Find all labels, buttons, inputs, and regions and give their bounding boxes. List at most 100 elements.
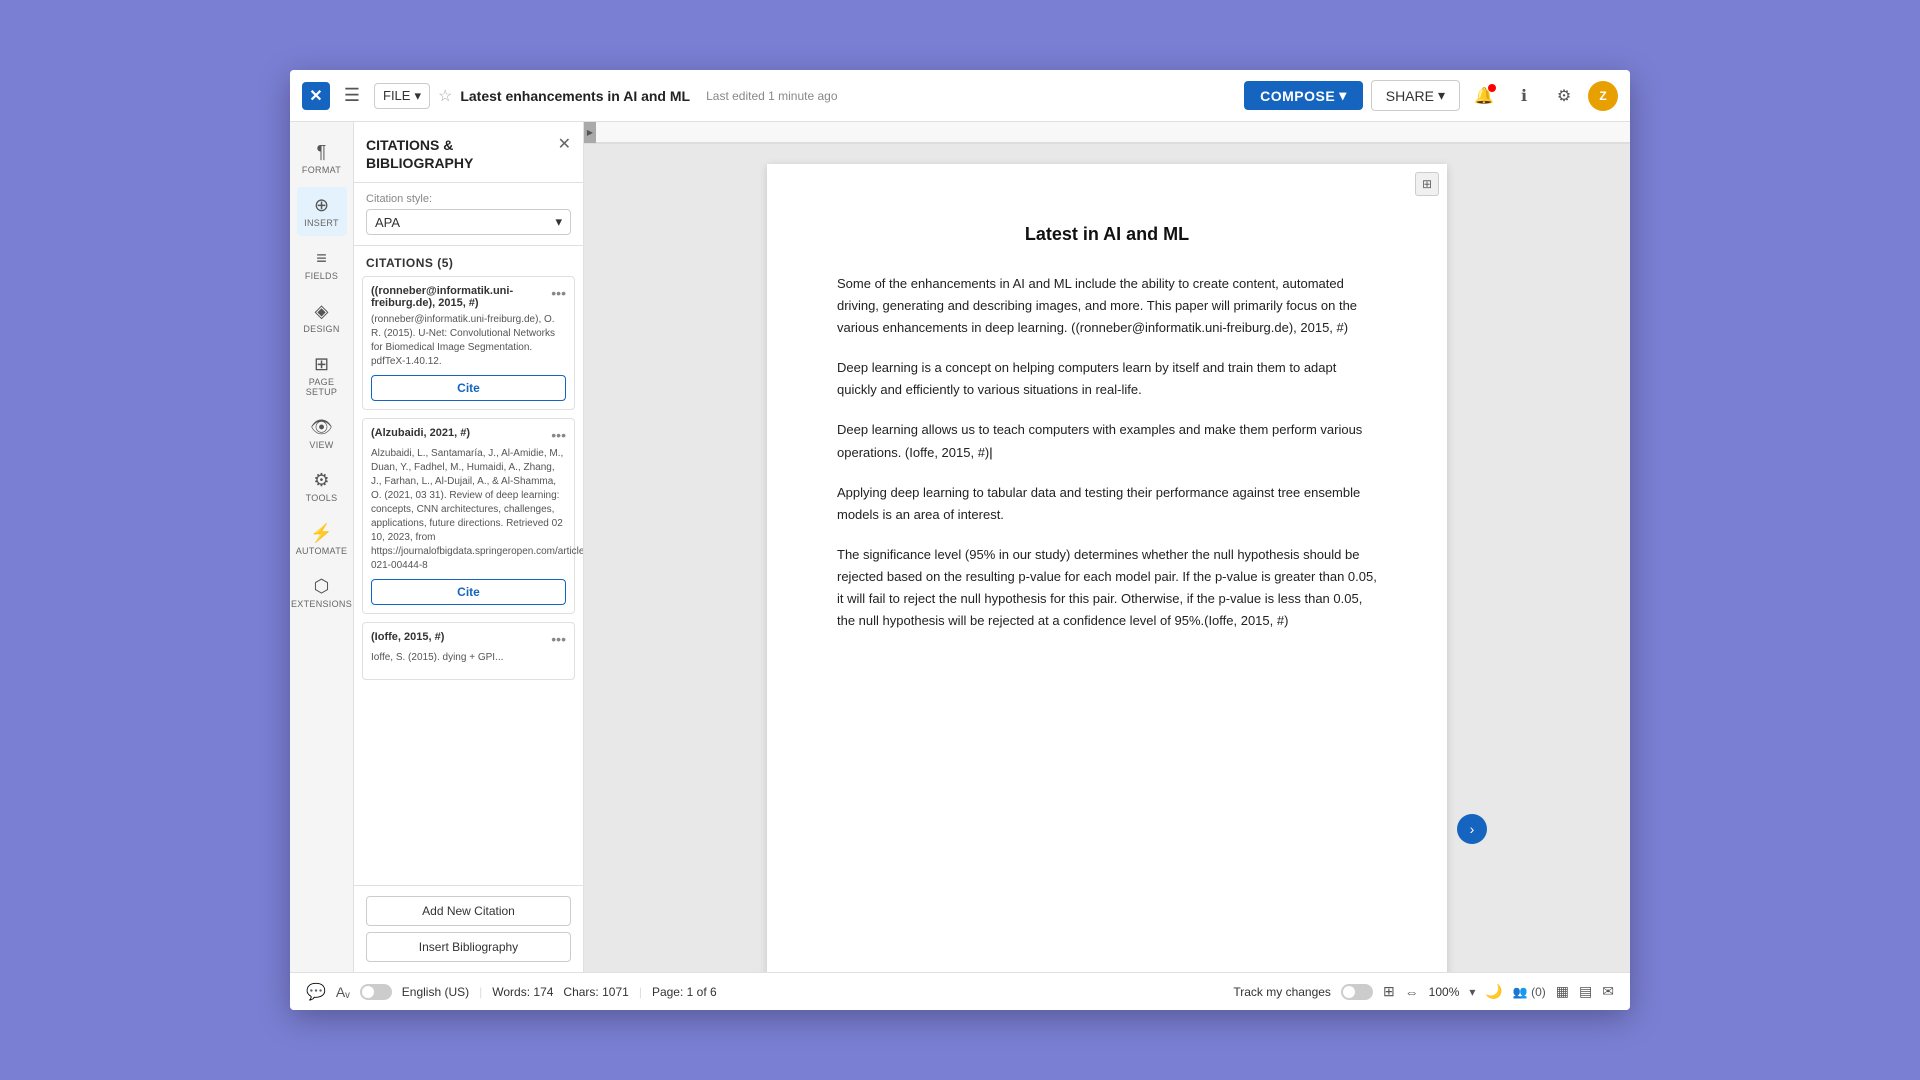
view-label: VIEW <box>309 440 333 450</box>
collaborators-icon[interactable]: 👥 (0) <box>1513 985 1546 999</box>
document-title: Latest enhancements in AI and ML <box>460 88 690 104</box>
citation-item-header: (Alzubaidi, 2021, #) ••• <box>371 427 566 443</box>
document-area: ▶ ⊞ Latest in AI and ML Some of the enha… <box>584 122 1630 972</box>
citation-item-header: ((ronneber@informatik.uni-freiburg.de), … <box>371 285 566 309</box>
citation-id: (Alzubaidi, 2021, #) <box>371 427 551 439</box>
last-edited-label: Last edited 1 minute ago <box>706 89 837 103</box>
citation-style-select[interactable]: APA ▾ <box>366 209 571 235</box>
sidebar-item-tools[interactable]: ⚙ TOOLS <box>297 462 347 511</box>
panel-header: CITATIONS &BIBLIOGRAPHY ✕ <box>354 122 583 183</box>
fields-label: FIELDS <box>305 271 338 281</box>
insert-label: INSERT <box>304 218 339 228</box>
chevron-down-icon: ▾ <box>1339 87 1347 104</box>
sidebar-item-automate[interactable]: ⚡ AUTOMATE <box>297 515 347 564</box>
panel-title: CITATIONS &BIBLIOGRAPHY <box>366 136 473 172</box>
cite-button[interactable]: Cite <box>371 375 566 401</box>
track-changes-label: Track my changes <box>1233 985 1331 999</box>
extensions-label: EXTENSIONS <box>291 599 352 609</box>
dark-mode-icon[interactable]: 🌙 <box>1485 983 1502 1000</box>
citation-menu-button[interactable]: ••• <box>551 285 566 301</box>
settings-button[interactable]: ⚙ <box>1548 80 1580 112</box>
close-button[interactable]: ✕ <box>302 82 330 110</box>
sidebar-item-extensions[interactable]: ⬡ EXTENSIONS <box>297 568 347 617</box>
info-button[interactable]: ℹ <box>1508 80 1540 112</box>
citation-id: (Ioffe, 2015, #) <box>371 631 551 643</box>
citations-list: ((ronneber@informatik.uni-freiburg.de), … <box>354 276 583 885</box>
document-heading: Latest in AI and ML <box>837 224 1377 245</box>
sidebar-item-insert[interactable]: ⊕ INSERT <box>297 187 347 236</box>
sidebar-item-design[interactable]: ◈ DESIGN <box>297 293 347 342</box>
statusbar: 💬 Aᵥ English (US) | Words: 174 Chars: 10… <box>290 972 1630 1010</box>
scroll-to-top-button[interactable]: › <box>1457 814 1487 844</box>
share-button[interactable]: SHARE ▾ <box>1371 80 1460 111</box>
cite-button[interactable]: Cite <box>371 579 566 605</box>
ruler-handle[interactable]: ▶ <box>584 122 596 143</box>
chat-icon[interactable]: 💬 <box>306 982 326 1002</box>
sidebar-item-format[interactable]: ¶ FORMAT <box>297 134 347 183</box>
insert-icon: ⊕ <box>314 195 329 216</box>
document-scroll[interactable]: ⊞ Latest in AI and ML Some of the enhanc… <box>584 144 1630 972</box>
topbar: ✕ ☰ FILE ▾ ☆ Latest enhancements in AI a… <box>290 70 1630 122</box>
spell-check-icon[interactable]: Aᵥ <box>336 984 350 1000</box>
citation-item-header: (Ioffe, 2015, #) ••• <box>371 631 566 647</box>
char-count: Chars: 1071 <box>563 985 628 999</box>
fields-icon: ≡ <box>316 248 327 269</box>
sidebar-icons: ¶ FORMAT ⊕ INSERT ≡ FIELDS ◈ DESIGN ⊞ PA… <box>290 122 354 972</box>
citation-item: (Alzubaidi, 2021, #) ••• Alzubaidi, L., … <box>362 418 575 614</box>
page-corner-button[interactable]: ⊞ <box>1415 172 1439 196</box>
statusbar-left: 💬 Aᵥ English (US) | Words: 174 Chars: 10… <box>306 982 717 1002</box>
toggle-switch[interactable] <box>360 984 392 1000</box>
citation-text: Alzubaidi, L., Santamaría, J., Al-Amidie… <box>371 447 566 573</box>
avatar[interactable]: Z <box>1588 81 1618 111</box>
page-indicator: Page: 1 of 6 <box>652 985 717 999</box>
main-area: ¶ FORMAT ⊕ INSERT ≡ FIELDS ◈ DESIGN ⊞ PA… <box>290 122 1630 972</box>
tools-icon: ⚙ <box>313 470 329 491</box>
compose-button[interactable]: COMPOSE ▾ <box>1244 81 1363 110</box>
layout-icon[interactable]: ⇔ <box>1405 984 1419 1000</box>
citation-menu-button[interactable]: ••• <box>551 631 566 647</box>
paragraph-1: Some of the enhancements in AI and ML in… <box>837 273 1377 339</box>
chevron-down-icon: ▾ <box>555 214 562 230</box>
sidebar-item-page-setup[interactable]: ⊞ PAGE SETUP <box>297 346 347 405</box>
chevron-down-icon: ▾ <box>414 88 421 104</box>
insert-bibliography-button[interactable]: Insert Bibliography <box>366 932 571 962</box>
automate-icon: ⚡ <box>310 523 332 544</box>
add-citation-button[interactable]: Add New Citation <box>366 896 571 926</box>
mail-icon[interactable]: ✉ <box>1602 983 1614 1000</box>
statusbar-right: Track my changes ⊞ ⇔ 100% ▾ 🌙 👥 (0) ▦ ▤ … <box>1233 983 1614 1000</box>
paragraph-4: Applying deep learning to tabular data a… <box>837 482 1377 526</box>
sidebar-item-view[interactable]: 👁 VIEW <box>297 409 347 458</box>
menu-icon[interactable]: ☰ <box>338 82 366 110</box>
panel-close-button[interactable]: ✕ <box>558 134 571 154</box>
word-count: Words: 174 <box>492 985 553 999</box>
format-label: FORMAT <box>302 165 341 175</box>
sidebar-item-fields[interactable]: ≡ FIELDS <box>297 240 347 289</box>
design-label: DESIGN <box>303 324 339 334</box>
citation-id: ((ronneber@informatik.uni-freiburg.de), … <box>371 285 551 309</box>
citations-list-header: CITATIONS (5) <box>354 246 583 276</box>
citation-menu-button[interactable]: ••• <box>551 427 566 443</box>
page-layout-icon[interactable]: ▤ <box>1579 983 1592 1000</box>
ruler-scale <box>596 122 1630 143</box>
file-button[interactable]: FILE ▾ <box>374 83 430 109</box>
page-setup-icon: ⊞ <box>314 354 329 375</box>
zoom-dropdown-icon[interactable]: ▾ <box>1469 985 1475 999</box>
automate-label: AUTOMATE <box>296 546 348 556</box>
track-changes-toggle[interactable] <box>1341 984 1373 1000</box>
star-icon[interactable]: ☆ <box>438 86 452 106</box>
ruler: ▶ <box>584 122 1630 144</box>
notification-dot <box>1488 84 1496 92</box>
notification-button[interactable]: 🔔 <box>1468 80 1500 112</box>
format-icon: ¶ <box>317 142 327 163</box>
panel-footer: Add New Citation Insert Bibliography <box>354 885 583 972</box>
track-knob <box>1343 986 1355 998</box>
grid-icon[interactable]: ▦ <box>1556 983 1569 1000</box>
view-icon: 👁 <box>310 417 333 438</box>
zoom-level: 100% <box>1429 985 1460 999</box>
citation-text: Ioffe, S. (2015). dying + GPI... <box>371 651 566 665</box>
citation-style-row: Citation style: APA ▾ <box>354 183 583 246</box>
document-page: ⊞ Latest in AI and ML Some of the enhanc… <box>767 164 1447 972</box>
paragraph-3: Deep learning allows us to teach compute… <box>837 419 1377 463</box>
table-icon[interactable]: ⊞ <box>1383 983 1395 1000</box>
paragraph-5: The significance level (95% in our study… <box>837 544 1377 632</box>
